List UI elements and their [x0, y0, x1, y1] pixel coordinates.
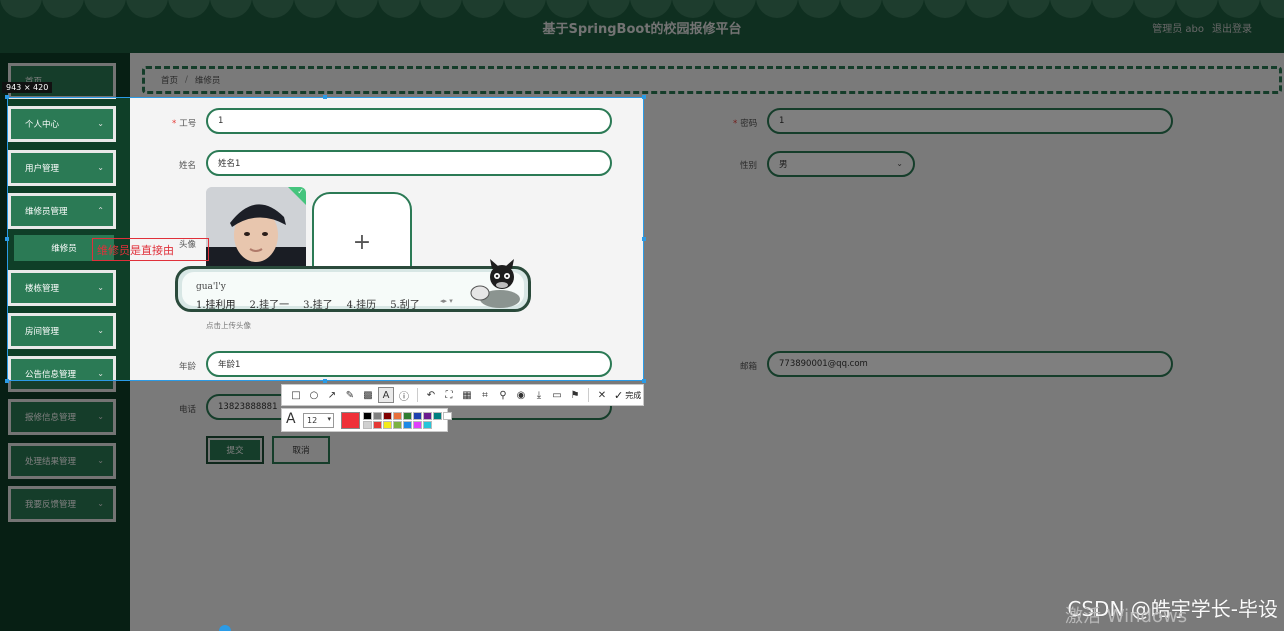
color-swatch[interactable] [363, 412, 372, 420]
ime-candidate[interactable]: 2.挂了一 [250, 296, 290, 311]
windows-activation-notice: 激活 Windows [1065, 606, 1188, 627]
record-icon[interactable]: ◉ [513, 387, 529, 403]
color-swatch[interactable] [383, 412, 392, 420]
ime-candidate[interactable]: 4.挂历 [347, 296, 377, 311]
color-swatch[interactable] [433, 412, 442, 420]
ime-candidate[interactable]: 5.刮了 [390, 296, 420, 311]
pin-icon[interactable]: ⚲ [495, 387, 511, 403]
toolbar-divider [588, 388, 589, 402]
current-color-swatch[interactable] [341, 412, 360, 429]
font-size-select[interactable]: 12 ▾ [303, 413, 334, 428]
save-icon[interactable]: ▭ [549, 387, 565, 403]
download-icon[interactable]: ⤓ [531, 387, 547, 403]
ime-mascot-icon [470, 259, 520, 308]
numbering-tool-icon[interactable]: ⓘ [396, 387, 412, 403]
capture-dim-right [644, 97, 1284, 381]
ime-page-arrows[interactable]: ◂▸ ▾ [440, 297, 453, 305]
resize-handle[interactable] [5, 95, 9, 99]
resize-handle[interactable] [5, 237, 9, 241]
capture-dim-top [0, 0, 1284, 97]
ellipse-tool-icon[interactable]: ○ [306, 387, 322, 403]
ime-candidate-window: gua'l'y 1.挂利用 2.挂了一 3.挂了 4.挂历 5.刮了 ◂▸ ▾ [175, 259, 531, 312]
capture-size-readout: 943 × 420 [2, 82, 53, 93]
resize-handle[interactable] [642, 95, 646, 99]
text-tool-icon[interactable]: A [378, 387, 394, 403]
ime-candidate[interactable]: 3.挂了 [303, 296, 333, 311]
pen-tool-icon[interactable]: ✎ [342, 387, 358, 403]
cursor-indicator [219, 625, 231, 631]
undo-icon[interactable]: ↶ [423, 387, 439, 403]
color-swatch[interactable] [413, 421, 422, 429]
color-swatch[interactable] [393, 412, 402, 420]
text-annotation[interactable]: 维修员是直接由 [92, 238, 209, 261]
color-swatch[interactable] [373, 421, 382, 429]
check-icon: ✓ [614, 388, 624, 402]
ime-candidate[interactable]: 1.挂利用 [196, 296, 236, 311]
done-button[interactable]: ✓ 完成 [614, 389, 641, 402]
font-icon: A [286, 411, 296, 427]
mosaic-tool-icon[interactable]: ▩ [360, 387, 376, 403]
color-swatch[interactable] [443, 412, 452, 420]
capture-toolbar: □ ○ ↗ ✎ ▩ A ⓘ ↶ ⛶ ▦ ⌗ ⚲ ◉ ⤓ ▭ ⚑ ✕ ✓ 完成 [281, 384, 644, 406]
toolbar-divider [417, 388, 418, 402]
resize-handle[interactable] [323, 379, 327, 383]
ocr-icon[interactable]: ▦ [459, 387, 475, 403]
resize-handle[interactable] [323, 95, 327, 99]
resize-handle[interactable] [642, 379, 646, 383]
arrow-tool-icon[interactable]: ↗ [324, 387, 340, 403]
resize-handle[interactable] [5, 379, 9, 383]
close-icon[interactable]: ✕ [594, 387, 610, 403]
ime-candidate-list: 1.挂利用 2.挂了一 3.挂了 4.挂历 5.刮了 [196, 296, 420, 311]
color-swatch[interactable] [373, 412, 382, 420]
color-swatch[interactable] [403, 421, 412, 429]
text-style-toolbar: A 12 ▾ [281, 408, 452, 432]
color-palette [363, 412, 452, 429]
bookmark-icon[interactable]: ⚑ [567, 387, 583, 403]
color-swatch[interactable] [403, 412, 412, 420]
scan-icon[interactable]: ⌗ [477, 387, 493, 403]
rectangle-tool-icon[interactable]: □ [288, 387, 304, 403]
chevron-down-icon: ▾ [327, 415, 331, 423]
color-swatch[interactable] [363, 421, 372, 429]
color-swatch[interactable] [423, 421, 432, 429]
ime-pinyin: gua'l'y [196, 282, 226, 292]
color-swatch[interactable] [413, 412, 422, 420]
color-swatch[interactable] [423, 412, 432, 420]
color-swatch[interactable] [383, 421, 392, 429]
color-swatch[interactable] [393, 421, 402, 429]
resize-handle[interactable] [642, 237, 646, 241]
crop-icon[interactable]: ⛶ [441, 387, 457, 403]
